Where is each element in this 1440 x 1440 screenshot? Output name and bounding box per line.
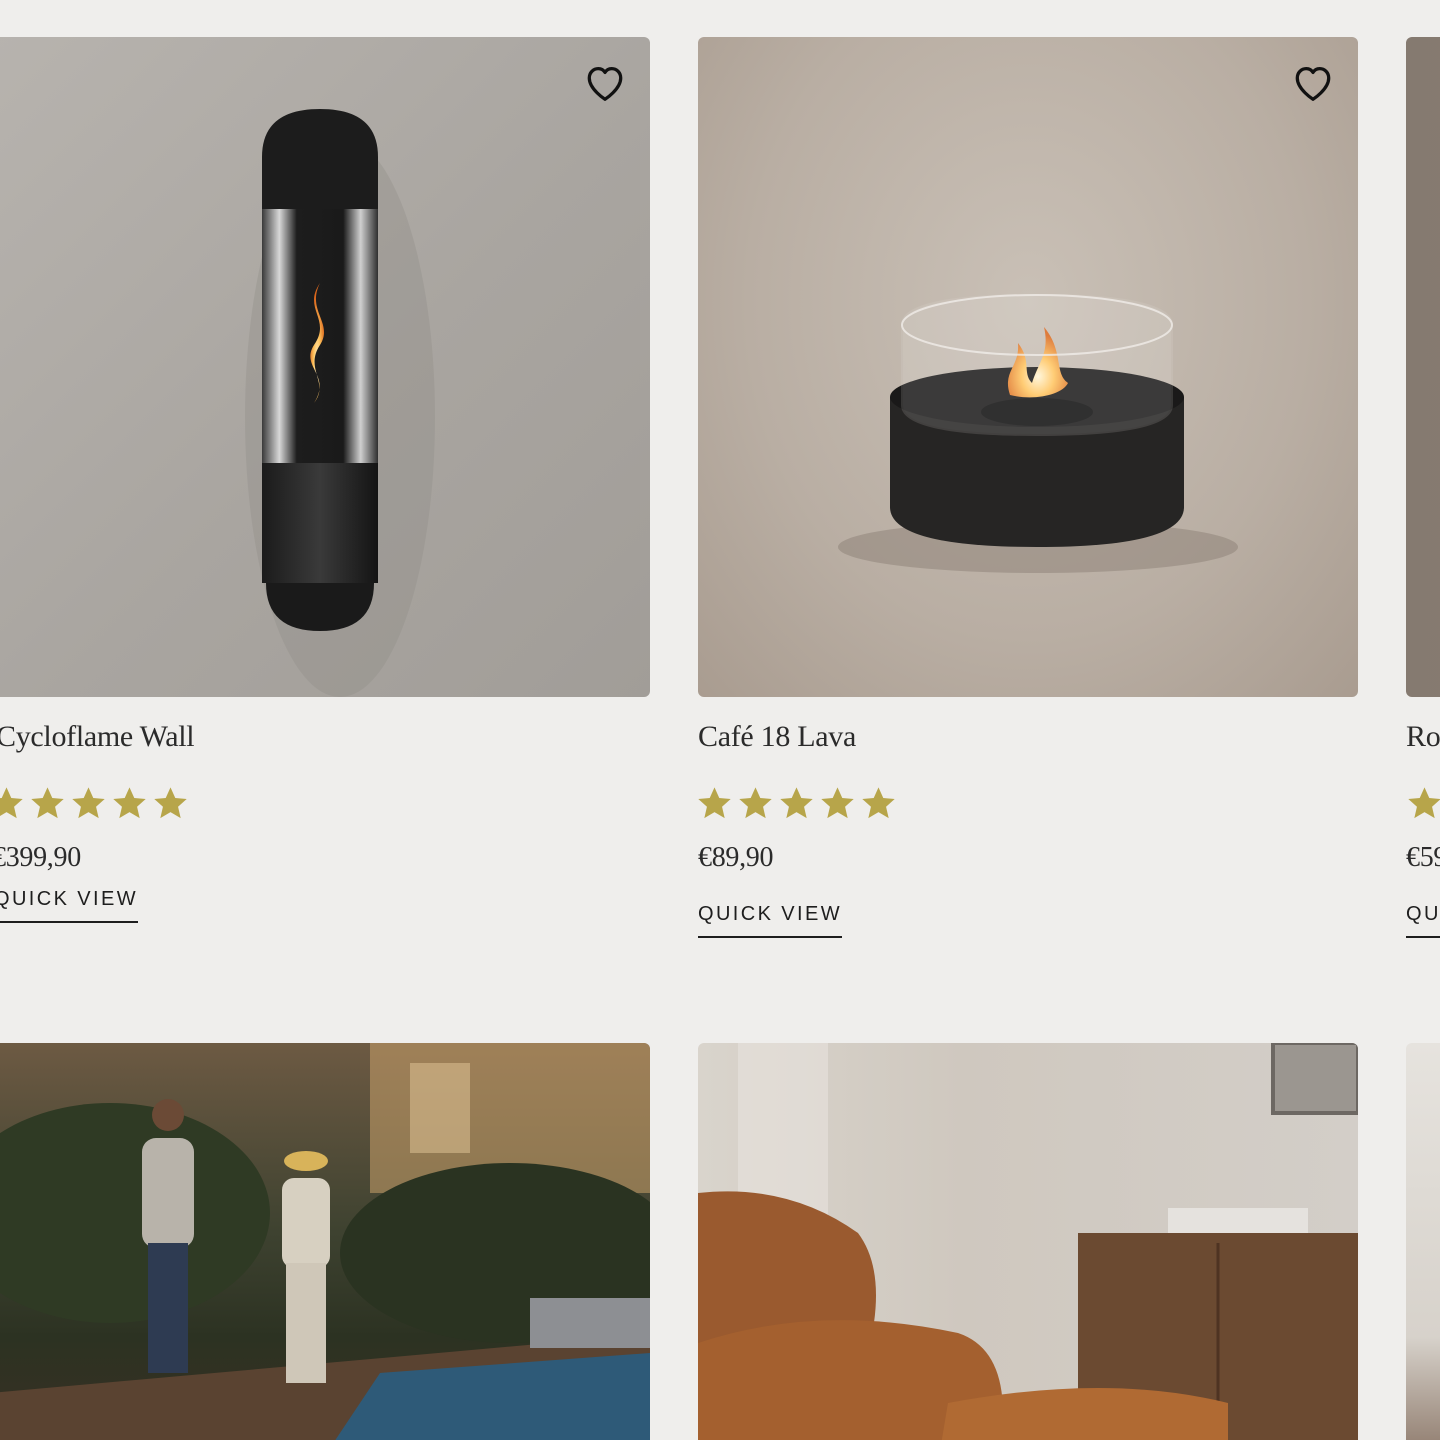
product-card[interactable]: Cycloflame Wall €399,90 QUICK VIEW	[0, 0, 650, 960]
lifestyle-image-garden[interactable]	[0, 1043, 650, 1440]
living-room-scene	[698, 1043, 1358, 1440]
product-title[interactable]: Café 18 Lava	[698, 720, 856, 754]
star-icon	[111, 785, 148, 822]
product-price: €399,90	[0, 842, 81, 873]
product-title[interactable]: Cycloflame Wall	[0, 720, 195, 754]
star-icon	[778, 785, 815, 822]
star-icon	[0, 785, 25, 822]
star-icon	[696, 785, 733, 822]
star-icon	[1406, 785, 1440, 822]
product-image[interactable]	[698, 37, 1358, 697]
star-icon	[29, 785, 66, 822]
product-title[interactable]: Ro	[1406, 720, 1440, 754]
rating-stars	[696, 785, 897, 822]
wishlist-heart-icon[interactable]	[1290, 60, 1336, 106]
wishlist-heart-icon[interactable]	[582, 60, 628, 106]
product-card[interactable]: Ro €59 QU	[1406, 0, 1440, 960]
product-card[interactable]: Café 18 Lava €89,90 QUICK VIEW	[698, 0, 1358, 960]
quick-view-link[interactable]: QUICK VIEW	[698, 903, 843, 938]
star-icon	[737, 785, 774, 822]
product-price: €89,90	[698, 842, 774, 873]
lifestyle-image-living-room[interactable]	[698, 1043, 1358, 1440]
product-grid: Cycloflame Wall €399,90 QUICK VIEW Café …	[0, 0, 1440, 1440]
star-icon	[152, 785, 189, 822]
cycloflame-wall-illustration	[245, 109, 435, 697]
product-price: €59	[1406, 842, 1440, 873]
garden-scene	[0, 1043, 650, 1440]
star-icon	[860, 785, 897, 822]
quick-view-link[interactable]: QU	[1406, 903, 1440, 938]
product-image[interactable]	[1406, 37, 1440, 697]
rating-stars	[0, 785, 189, 822]
quick-view-link[interactable]: QUICK VIEW	[0, 888, 139, 923]
star-icon	[70, 785, 107, 822]
star-icon	[819, 785, 856, 822]
cafe-18-lava-illustration	[838, 293, 1238, 573]
lifestyle-image-cropped[interactable]	[1406, 1043, 1440, 1440]
rating-stars	[1406, 785, 1440, 822]
product-image[interactable]	[0, 37, 650, 697]
